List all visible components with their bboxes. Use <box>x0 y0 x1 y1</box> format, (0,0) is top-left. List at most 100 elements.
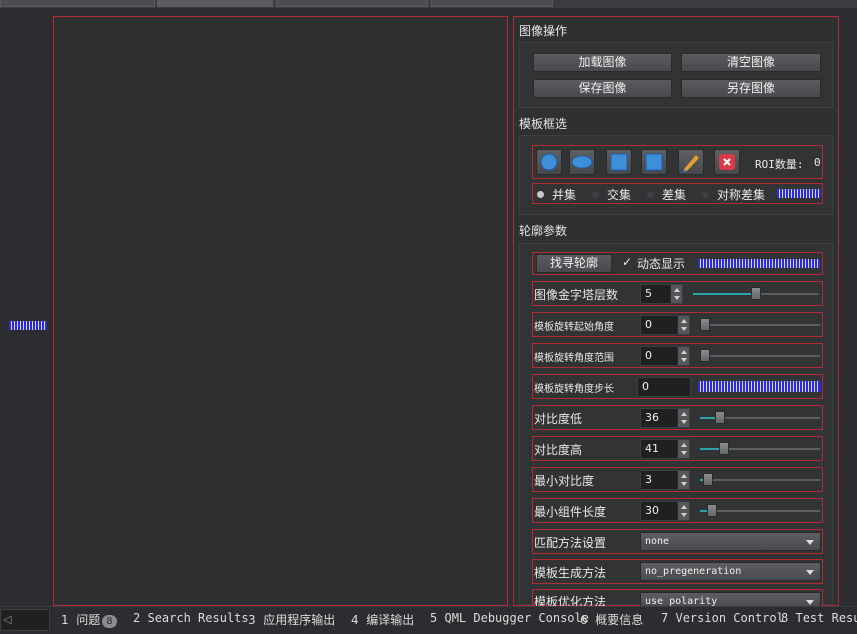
angle-range-label: 模板旋转角度范围 <box>534 353 614 364</box>
union-radio[interactable] <box>537 191 544 198</box>
ellipse-roi-button[interactable] <box>569 149 595 175</box>
pane-tab-app-output[interactable]: 3 应用程序输出 <box>248 611 335 628</box>
start-angle-value: 0 <box>645 318 652 331</box>
chevron-down-icon <box>806 570 814 575</box>
clear-image-button[interactable]: 清空图像 <box>681 53 821 72</box>
pane-tab-version-control[interactable]: 7 Version Control <box>661 611 784 625</box>
spin-arrows-icon[interactable] <box>677 316 689 334</box>
roi-count-value: 0 <box>814 156 821 169</box>
rotated-rect-roi-button[interactable] <box>641 149 667 175</box>
intersection-radio[interactable] <box>592 191 599 198</box>
find-contour-button[interactable]: 找寻轮廓 <box>536 254 612 273</box>
param-row-contrast-low: 对比度低 36 <box>532 405 823 430</box>
min-component-slider[interactable] <box>700 504 820 517</box>
slider-handle[interactable] <box>700 349 710 362</box>
freehand-roi-button[interactable] <box>678 149 704 175</box>
contrast-low-label: 对比度低 <box>534 412 583 426</box>
save-image-button[interactable]: 保存图像 <box>533 79 672 98</box>
contrast-high-label: 对比度高 <box>534 443 583 457</box>
angle-range-slider[interactable] <box>700 349 820 362</box>
search-icon: ◁ <box>3 613 12 626</box>
difference-radio[interactable] <box>647 191 654 198</box>
control-panel: 图像操作 加载图像 清空图像 保存图像 另存图像 模板框选 ROI数量: 0 并… <box>513 16 839 609</box>
angle-range-spinbox[interactable]: 0 <box>640 346 690 366</box>
set-mode-spacer <box>777 189 821 198</box>
spin-arrows-icon[interactable] <box>677 347 689 365</box>
min-contrast-spinbox[interactable]: 3 <box>640 470 690 490</box>
spin-arrows-icon[interactable] <box>677 502 689 520</box>
param-row-generation-method: 模板生成方法 no_pregeneration <box>532 559 823 584</box>
load-image-button[interactable]: 加载图像 <box>533 53 672 72</box>
pane-tab-search-results[interactable]: 2 Search Results <box>133 611 249 625</box>
start-angle-slider[interactable] <box>700 318 820 331</box>
find-contour-spacer <box>698 259 820 268</box>
symmetric-difference-radio[interactable] <box>702 191 709 198</box>
top-tab-2[interactable] <box>157 0 273 7</box>
top-tab-1[interactable] <box>0 0 155 7</box>
pane-tab-compile-output[interactable]: 4 编译输出 <box>351 611 414 628</box>
left-strip <box>0 8 52 604</box>
ellipse-icon <box>571 155 593 169</box>
contrast-low-spinbox[interactable]: 36 <box>640 408 690 428</box>
roi-count-label: ROI数量: <box>755 158 804 171</box>
min-contrast-label: 最小对比度 <box>534 474 595 488</box>
delete-roi-button[interactable] <box>714 149 740 175</box>
difference-label: 差集 <box>662 188 687 202</box>
save-as-image-button[interactable]: 另存图像 <box>681 79 821 98</box>
pyramid-value: 5 <box>645 287 652 300</box>
contrast-high-slider[interactable] <box>700 442 820 455</box>
dynamic-display-checkbox[interactable]: ✓ <box>622 255 632 269</box>
param-row-start-angle: 模板旋转起始角度 0 <box>532 312 823 337</box>
spin-arrows-icon[interactable] <box>677 440 689 458</box>
angle-range-value: 0 <box>645 349 652 362</box>
slider-handle[interactable] <box>719 442 729 455</box>
intersection-label: 交集 <box>607 188 632 202</box>
top-tab-strip <box>0 0 857 8</box>
generation-method-select[interactable]: no_pregeneration <box>640 562 821 581</box>
min-component-value: 30 <box>645 504 659 517</box>
min-contrast-value: 3 <box>645 473 652 486</box>
slider-handle[interactable] <box>707 504 717 517</box>
pencil-icon <box>683 155 699 172</box>
slider-handle[interactable] <box>751 287 761 300</box>
match-method-label: 匹配方法设置 <box>534 536 607 550</box>
spin-arrows-icon[interactable] <box>677 471 689 489</box>
pane-tab-issues[interactable]: 1 问题 8 <box>61 611 117 628</box>
param-row-min-contrast: 最小对比度 3 <box>532 467 823 492</box>
pane-tab-qml-console[interactable]: 5 QML Debugger Console <box>430 611 589 625</box>
output-pane-bar: ◁ 1 问题 8 2 Search Results 3 应用程序输出 4 编译输出… <box>0 606 857 634</box>
spin-arrows-icon[interactable] <box>670 285 682 303</box>
contrast-low-slider[interactable] <box>700 411 820 424</box>
param-row-match-method: 匹配方法设置 none <box>532 529 823 554</box>
image-canvas[interactable] <box>53 16 508 606</box>
slider-handle[interactable] <box>715 411 725 424</box>
left-splitter-handle[interactable] <box>9 321 47 330</box>
angle-step-input[interactable]: 0 <box>637 377 691 397</box>
pyramid-slider[interactable] <box>693 287 819 300</box>
angle-step-value: 0 <box>642 380 649 393</box>
angle-step-spacer <box>698 381 821 392</box>
contour-params-group: 找寻轮廓 ✓ 动态显示 图像金字塔层数 5 模板旋转起始角度 0 模板旋转角度范… <box>519 243 833 609</box>
contrast-high-spinbox[interactable]: 41 <box>640 439 690 459</box>
param-row-optimization-method: 模板优化方法 use_polarity <box>532 589 823 609</box>
min-component-spinbox[interactable]: 30 <box>640 501 690 521</box>
slider-handle[interactable] <box>700 318 710 331</box>
rectangle-roi-button[interactable] <box>606 149 632 175</box>
spin-arrows-icon[interactable] <box>677 409 689 427</box>
top-tab-4[interactable] <box>431 0 553 7</box>
pane-tab-general-messages[interactable]: 6 概要信息 <box>580 611 643 628</box>
find-contour-row: 找寻轮廓 ✓ 动态显示 <box>532 252 823 275</box>
min-contrast-slider[interactable] <box>700 473 820 486</box>
match-method-select[interactable]: none <box>640 532 821 551</box>
chevron-down-icon <box>806 540 814 545</box>
top-tab-3[interactable] <box>276 0 428 7</box>
pyramid-spinbox[interactable]: 5 <box>640 284 683 304</box>
start-angle-spinbox[interactable]: 0 <box>640 315 690 335</box>
pane-tab-test-results[interactable]: 8 Test Results <box>781 611 857 625</box>
contrast-low-value: 36 <box>645 411 659 424</box>
slider-handle[interactable] <box>703 473 713 486</box>
start-angle-label: 模板旋转起始角度 <box>534 322 614 333</box>
locator-input[interactable]: ◁ <box>0 609 50 631</box>
circle-roi-button[interactable] <box>536 149 562 175</box>
optimization-method-select[interactable]: use_polarity <box>640 592 821 607</box>
